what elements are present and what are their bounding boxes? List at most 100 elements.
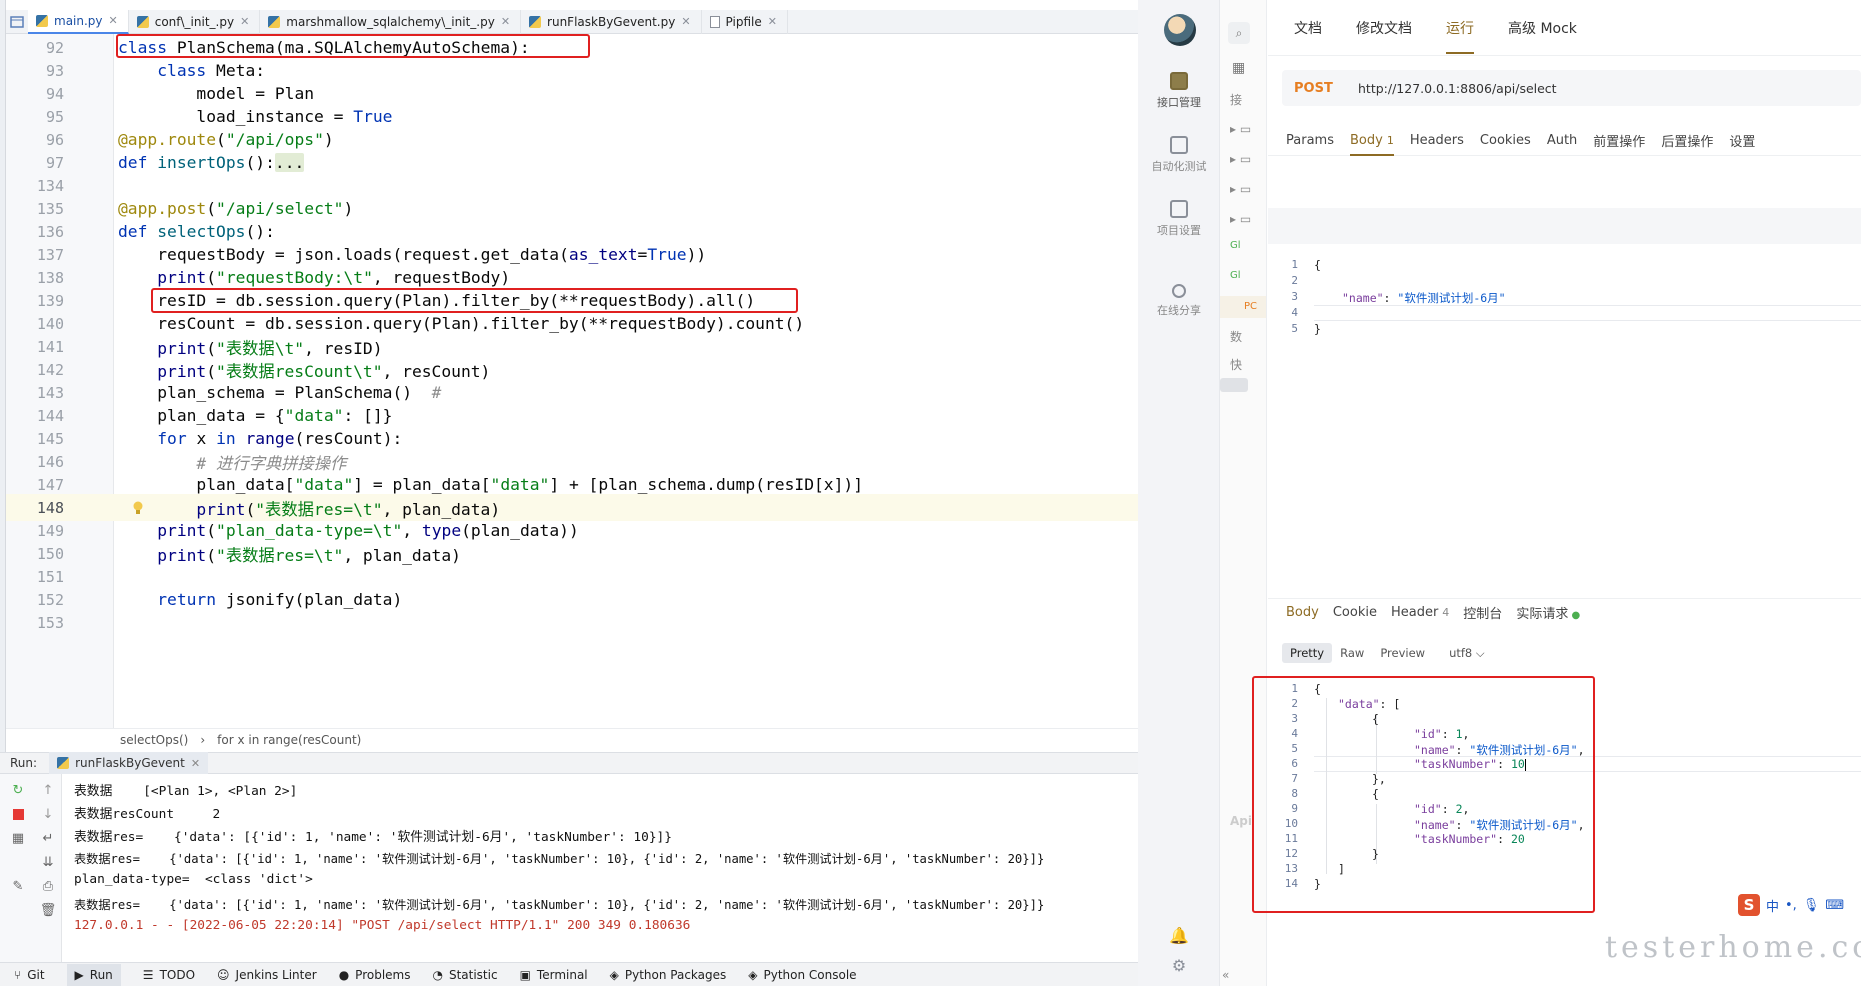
- tab-resp-console[interactable]: 控制台: [1463, 603, 1502, 622]
- folder-item[interactable]: ▸ ▭: [1230, 152, 1251, 166]
- close-icon[interactable]: ✕: [681, 15, 690, 28]
- run-config-tab[interactable]: runFlaskByGevent ✕: [49, 752, 209, 774]
- tree-item[interactable]: 快: [1230, 356, 1242, 373]
- arrow-down-icon[interactable]: ↓: [40, 806, 56, 822]
- tool-python-packages[interactable]: ◈ Python Packages: [610, 968, 727, 982]
- method-select[interactable]: POST: [1294, 81, 1358, 96]
- tree-item[interactable]: Gl: [1230, 270, 1241, 281]
- close-icon[interactable]: ✕: [191, 757, 200, 770]
- tab-pre-script[interactable]: 前置操作: [1593, 131, 1645, 150]
- lightbulb-icon[interactable]: [132, 500, 144, 514]
- nav-project-settings[interactable]: 项目设置: [1138, 200, 1220, 238]
- collapse-icon[interactable]: «: [1222, 968, 1229, 982]
- tab-docs[interactable]: 文档: [1294, 18, 1322, 38]
- code-text: for x in range(resCount):: [157, 429, 403, 448]
- trash-icon[interactable]: 🗑: [40, 902, 57, 918]
- body-type-bar[interactable]: [1268, 208, 1861, 244]
- tool-statistic[interactable]: ◔ Statistic: [432, 968, 497, 982]
- console-line: plan_data-type= <class 'dict'>: [74, 872, 313, 887]
- search-icon[interactable]: ⌕: [1228, 22, 1250, 44]
- line-number: 150: [36, 544, 64, 563]
- rerun-icon[interactable]: ↻: [10, 782, 26, 798]
- encoding-select[interactable]: utf8 ⌵: [1441, 643, 1493, 664]
- tab-edit-docs[interactable]: 修改文档: [1356, 18, 1412, 38]
- tool-todo[interactable]: ☰ TODO: [143, 968, 195, 982]
- tab-settings[interactable]: 设置: [1729, 131, 1755, 150]
- pin-icon[interactable]: ✎: [10, 878, 26, 894]
- close-icon[interactable]: ✕: [768, 15, 777, 28]
- tool-jenkins[interactable]: ☺ Jenkins Linter: [217, 968, 317, 982]
- tab-run[interactable]: 运行: [1446, 18, 1474, 54]
- avatar[interactable]: [1164, 14, 1196, 46]
- print-icon[interactable]: ⎙: [40, 878, 56, 894]
- tool-run[interactable]: ▶ Run: [66, 963, 121, 986]
- tab-body[interactable]: Body 1: [1349, 133, 1394, 156]
- apifox-window: 接口管理 自动化测试 项目设置 在线分享 🔔 ⚙ ⌕ ▦ 接 ▸ ▭ ▸ ▭ ▸…: [1138, 0, 1861, 986]
- tab-main-py[interactable]: main.py ✕: [28, 9, 129, 34]
- tab-params[interactable]: Params: [1286, 133, 1334, 148]
- line-number: 135: [36, 199, 64, 218]
- ime-mode[interactable]: 中: [1766, 896, 1779, 915]
- scrollbar[interactable]: [1220, 378, 1248, 392]
- tab-marshmallow-init[interactable]: marshmallow_sqlalchemy\_init_.py ✕: [260, 9, 522, 34]
- tool-git[interactable]: ⑂ Git: [14, 968, 45, 982]
- nav-share[interactable]: 在线分享: [1138, 284, 1220, 318]
- tree-item[interactable]: Gl: [1230, 240, 1241, 251]
- keyboard-icon[interactable]: ⌨: [1825, 898, 1844, 913]
- tool-problems[interactable]: ● Problems: [339, 968, 411, 982]
- line-number: 3: [1291, 712, 1298, 725]
- tab-cookies[interactable]: Cookies: [1480, 133, 1531, 148]
- tab-pipfile[interactable]: Pipfile ✕: [702, 9, 788, 34]
- arrow-up-icon[interactable]: ↑: [40, 782, 56, 798]
- code-editor[interactable]: 92 class PlanSchema(ma.SQLAlchemyAutoSche…: [6, 34, 1138, 730]
- tab-headers[interactable]: Headers: [1410, 133, 1464, 148]
- folder-item[interactable]: ▸ ▭: [1230, 212, 1251, 226]
- tab-resp-cookie[interactable]: Cookie: [1333, 605, 1377, 620]
- tree-item[interactable]: 数: [1230, 328, 1242, 345]
- ime-toolbar[interactable]: S 中 •, 🎙 ⌨: [1738, 894, 1844, 916]
- wrap-icon[interactable]: ↵: [40, 830, 56, 846]
- tab-runflask[interactable]: runFlaskByGevent.py ✕: [521, 9, 702, 34]
- json-pair: "name": "软件测试计划-6月": [1342, 291, 1506, 305]
- close-icon[interactable]: ✕: [240, 15, 249, 28]
- tree-item-selected[interactable]: PC: [1220, 296, 1266, 318]
- scroll-end-icon[interactable]: ⇊: [40, 854, 56, 870]
- view-pretty[interactable]: Pretty: [1282, 643, 1333, 663]
- settings-gear[interactable]: ⚙: [1138, 956, 1220, 975]
- tree-item[interactable]: 接: [1230, 91, 1242, 108]
- tab-resp-header[interactable]: Header 4: [1391, 605, 1449, 620]
- run-console[interactable]: 表数据 [<Plan 1>, <Plan 2>] 表数据resCount 2 表…: [62, 774, 1138, 962]
- code-text: print("plan_data-type=\t", type(plan_dat…: [157, 521, 579, 540]
- close-icon[interactable]: ✕: [109, 14, 118, 27]
- folder-item[interactable]: ▸ ▭: [1230, 122, 1251, 136]
- nav-label: 在线分享: [1157, 304, 1201, 317]
- tab-resp-actual-request[interactable]: 实际请求 ●: [1516, 603, 1580, 622]
- layout-icon[interactable]: ▦: [10, 830, 26, 846]
- nav-automation[interactable]: 自动化测试: [1138, 136, 1220, 174]
- close-icon[interactable]: ✕: [501, 15, 510, 28]
- folder-item[interactable]: ▸ ▭: [1230, 182, 1251, 196]
- tab-auth[interactable]: Auth: [1547, 133, 1577, 148]
- grid-icon[interactable]: ▦: [1232, 60, 1245, 76]
- nav-api-management[interactable]: 接口管理: [1138, 72, 1220, 110]
- tab-conf-init[interactable]: conf\_init_.py ✕: [129, 9, 261, 34]
- breadcrumb-item[interactable]: selectOps(): [120, 733, 188, 747]
- tab-advanced-mock[interactable]: 高级 Mock: [1508, 18, 1577, 38]
- breadcrumb-item[interactable]: for x in range(resCount): [217, 733, 361, 747]
- tab-resp-body[interactable]: Body: [1286, 605, 1319, 620]
- punctuation-icon[interactable]: •,: [1785, 898, 1797, 913]
- project-icon[interactable]: [6, 11, 28, 33]
- stop-icon[interactable]: [10, 806, 26, 822]
- code-line[interactable]: 153: [6, 609, 1138, 636]
- url-input[interactable]: http://127.0.0.1:8806/api/select: [1358, 81, 1557, 96]
- tab-post-script[interactable]: 后置操作: [1661, 131, 1713, 150]
- url-bar[interactable]: POST http://127.0.0.1:8806/api/select: [1282, 70, 1861, 106]
- notification-bell[interactable]: 🔔: [1138, 926, 1220, 945]
- tool-terminal[interactable]: ▣ Terminal: [520, 968, 588, 982]
- tool-python-console[interactable]: ◈ Python Console: [748, 968, 856, 982]
- view-preview[interactable]: Preview: [1372, 643, 1433, 663]
- view-raw[interactable]: Raw: [1332, 643, 1372, 663]
- request-body-editor[interactable]: 1 2 3 4 5 { "name": "软件测试计划-6月" }: [1268, 248, 1861, 348]
- text-cursor: [1524, 758, 1526, 771]
- microphone-icon[interactable]: 🎙: [1803, 898, 1820, 913]
